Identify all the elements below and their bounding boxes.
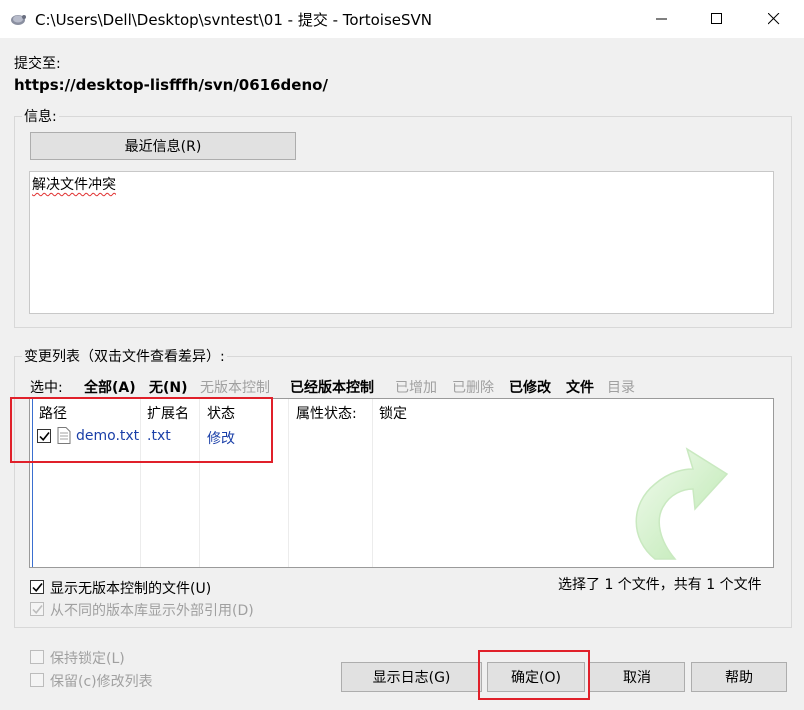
show-externals-checkbox xyxy=(30,602,44,616)
show-log-button[interactable]: 显示日志(G) xyxy=(341,662,482,692)
help-button[interactable]: 帮助 xyxy=(691,662,787,692)
cancel-button[interactable]: 取消 xyxy=(589,662,685,692)
checkmark-icon xyxy=(31,604,43,614)
close-button[interactable] xyxy=(745,0,802,38)
filter-versioned[interactable]: 已经版本控制 xyxy=(290,377,374,397)
minimize-icon xyxy=(655,18,667,20)
col-header-prop-status[interactable]: 属性状态: xyxy=(296,403,357,423)
show-unversioned-checkbox[interactable] xyxy=(30,580,44,594)
maximize-icon xyxy=(710,13,722,24)
keep-locks-checkbox xyxy=(30,650,44,664)
keep-changelists-label: 保留(c)修改列表 xyxy=(50,674,153,690)
keep-changelists-checkbox xyxy=(30,673,44,687)
recent-messages-button[interactable]: 最近信息(R) xyxy=(30,132,296,160)
filter-unversioned: 无版本控制 xyxy=(200,380,270,396)
filter-modified[interactable]: 已修改 xyxy=(509,377,551,397)
changes-group-label: 变更列表（双击文件查看差异）: xyxy=(22,346,227,366)
close-icon xyxy=(767,13,779,25)
selection-summary: 选择了 1 个文件，共有 1 个文件 xyxy=(558,577,762,593)
filter-none[interactable]: 无(N) xyxy=(149,377,188,397)
show-externals-label: 从不同的版本库显示外部引用(D) xyxy=(50,603,254,619)
filter-all[interactable]: 全部(A) xyxy=(84,377,136,397)
minimize-button[interactable] xyxy=(633,0,690,38)
highlight-box-file-row xyxy=(10,397,273,463)
title-bar: C:\Users\Dell\Desktop\svntest\01 - 提交 - … xyxy=(0,0,804,38)
tortoise-icon xyxy=(11,15,26,25)
commit-to-label: 提交至: xyxy=(14,56,61,72)
maximize-button[interactable] xyxy=(688,0,745,38)
message-text: 解决文件冲突 xyxy=(32,177,116,193)
message-textarea[interactable]: 解决文件冲突 xyxy=(29,171,774,314)
checkmark-icon xyxy=(31,582,43,592)
filter-added: 已增加 xyxy=(395,380,437,396)
show-unversioned-label: 显示无版本控制的文件(U) xyxy=(50,581,212,597)
select-label: 选中: xyxy=(30,380,63,396)
filter-files[interactable]: 文件 xyxy=(566,377,594,397)
filter-deleted: 已删除 xyxy=(452,380,494,396)
commit-watermark-icon xyxy=(635,447,729,560)
filter-directories: 目录 xyxy=(607,380,635,396)
commit-url: https://desktop-lisfffh/svn/0616deno/ xyxy=(14,76,328,94)
highlight-box-ok-button xyxy=(478,650,590,700)
keep-locks-label: 保持锁定(L) xyxy=(50,651,125,667)
col-header-lock[interactable]: 锁定 xyxy=(379,403,407,423)
window-title: C:\Users\Dell\Desktop\svntest\01 - 提交 - … xyxy=(35,11,432,29)
message-group-label: 信息: xyxy=(22,106,59,126)
